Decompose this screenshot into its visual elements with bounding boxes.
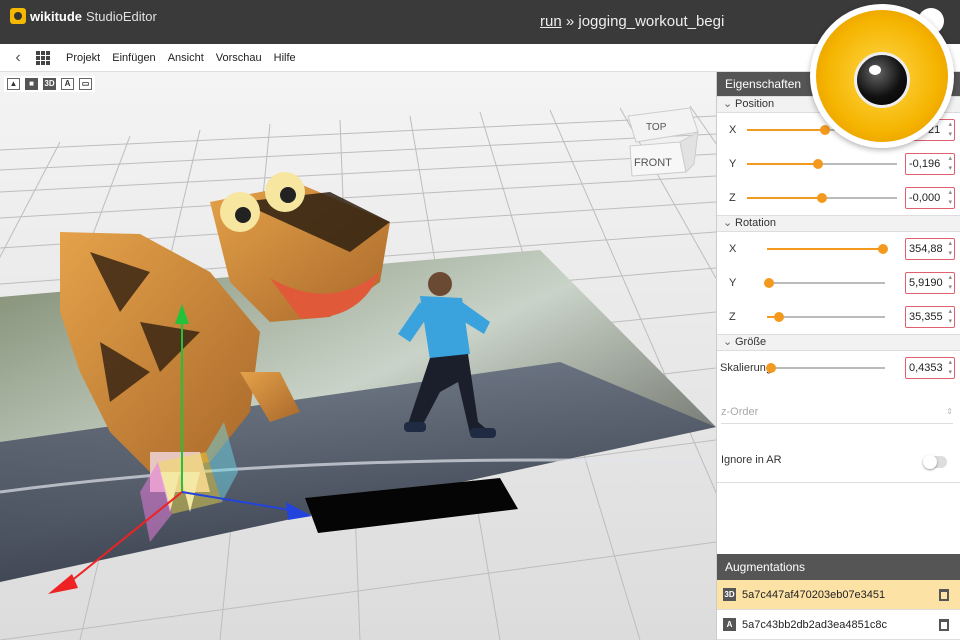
ignore-in-ar-label: Ignore in AR xyxy=(721,454,782,466)
breadcrumb: run » jogging_workout_begi xyxy=(540,13,724,30)
text-label-icon: A xyxy=(723,618,736,631)
rotation-x-input[interactable]: 354,88 ▴ ▾ xyxy=(905,238,955,260)
stepper-icon: ⇕ xyxy=(946,407,953,416)
rotation-y-row: Y 5,9190 ▴ ▾ xyxy=(717,266,960,300)
viewcube-top-label: TOP xyxy=(646,122,667,133)
camera-lens-icon xyxy=(854,52,910,108)
rotation-x-row: X 354,88 ▴ ▾ xyxy=(717,232,960,266)
position-z-row: Z -0,000 ▴ ▾ xyxy=(717,181,960,215)
position-z-input[interactable]: -0,000 ▴ ▾ xyxy=(905,187,955,209)
position-y-row: Y -0,196 ▴ ▾ xyxy=(717,147,960,181)
logo-brand: wikitude xyxy=(30,8,83,24)
properties-panel: Eigenschaften ⌄Position X -0,021▴▾ Y -0,… xyxy=(716,72,960,640)
canvas-toolbar: ▲ ■ 3D A ▭ xyxy=(4,76,95,92)
scale-input[interactable]: 0,4353 ▴ ▾ xyxy=(905,357,955,379)
augmentation-name: 5a7c447af470203eb07e3451 xyxy=(742,588,886,601)
augmentation-item[interactable]: 3D 5a7c447af470203eb07e3451 xyxy=(717,580,960,610)
axis-label: Y xyxy=(729,277,737,289)
scene-viewport: TOP FRONT xyxy=(0,72,716,640)
axis-label: Z xyxy=(729,311,736,323)
section-rotation[interactable]: ⌄ Rotation xyxy=(717,215,960,232)
ignore-in-ar-toggle[interactable] xyxy=(923,455,947,469)
widget-tool-icon[interactable]: ▭ xyxy=(79,78,92,90)
section-position-label: Position xyxy=(735,98,775,110)
scene-canvas[interactable]: TOP FRONT ▲ ■ 3D A ▭ xyxy=(0,72,716,640)
position-z-slider[interactable] xyxy=(747,193,897,203)
apps-grid-icon[interactable] xyxy=(36,50,52,65)
divider xyxy=(717,482,960,483)
title-bar: wikitude StudioEditor run » jogging_work… xyxy=(0,0,960,44)
scale-row: Skalierung 0,4353 ▴ ▾ xyxy=(717,351,960,385)
breadcrumb-scene-name: jogging_workout_begi xyxy=(578,13,725,30)
scale-label: Skalierung xyxy=(720,362,772,374)
app-logo[interactable]: wikitude StudioEditor xyxy=(10,8,157,24)
trash-icon[interactable] xyxy=(939,618,949,631)
rotation-x-slider[interactable] xyxy=(767,244,888,254)
video-tool-icon[interactable]: ■ xyxy=(25,78,38,90)
menu-einfuegen[interactable]: Einfügen xyxy=(106,52,161,64)
section-size[interactable]: ⌄ Größe xyxy=(717,334,960,351)
back-arrow-icon[interactable]: ‹ xyxy=(0,49,36,67)
axis-label: Z xyxy=(729,192,736,204)
viewcube-front-label: FRONT xyxy=(634,157,672,169)
3d-tool-icon[interactable]: 3D xyxy=(43,78,56,90)
menu-hilfe[interactable]: Hilfe xyxy=(268,52,302,64)
menu-projekt[interactable]: Projekt xyxy=(60,52,106,64)
chevron-down-icon: ⌄ xyxy=(723,336,733,348)
text-tool-icon[interactable]: A xyxy=(61,78,74,90)
image-tool-icon[interactable]: ▲ xyxy=(7,78,20,90)
breadcrumb-project-link[interactable]: run xyxy=(540,13,562,30)
position-y-slider[interactable] xyxy=(747,159,897,169)
trash-icon[interactable] xyxy=(939,588,949,601)
menu-vorschau[interactable]: Vorschau xyxy=(210,52,268,64)
logo-product: StudioEditor xyxy=(86,8,157,24)
rotation-z-slider[interactable] xyxy=(767,312,885,322)
model-3d-icon: 3D xyxy=(723,588,736,601)
axis-label: X xyxy=(729,124,737,136)
menu-ansicht[interactable]: Ansicht xyxy=(162,52,210,64)
augmentation-name: 5a7c43bb2db2ad3ea4851c8c xyxy=(742,618,887,631)
axis-label: Y xyxy=(729,158,737,170)
position-y-input[interactable]: -0,196 ▴ ▾ xyxy=(905,153,955,175)
breadcrumb-separator: » xyxy=(561,13,579,30)
section-size-label: Größe xyxy=(735,336,767,348)
zorder-input[interactable]: z-Order ⇕ xyxy=(721,402,953,424)
rotation-y-input[interactable]: 5,9190 ▴ ▾ xyxy=(905,272,955,294)
scale-slider[interactable] xyxy=(766,363,885,373)
rotation-y-slider[interactable] xyxy=(764,278,885,288)
augmentations-title: Augmentations xyxy=(717,554,960,580)
app-badge-logo xyxy=(810,4,954,148)
chevron-down-icon: ⌄ xyxy=(723,98,733,110)
section-rotation-label: Rotation xyxy=(735,217,776,229)
chevron-down-icon: ⌄ xyxy=(723,217,733,229)
augmentation-item[interactable]: A 5a7c43bb2db2ad3ea4851c8c xyxy=(717,610,960,640)
rotation-z-input[interactable]: 35,355 ▴ ▾ xyxy=(905,306,955,328)
rotation-z-row: Z 35,355 ▴ ▾ xyxy=(717,300,960,334)
axis-label: X xyxy=(729,243,737,255)
wikitude-logo-icon xyxy=(10,8,26,24)
